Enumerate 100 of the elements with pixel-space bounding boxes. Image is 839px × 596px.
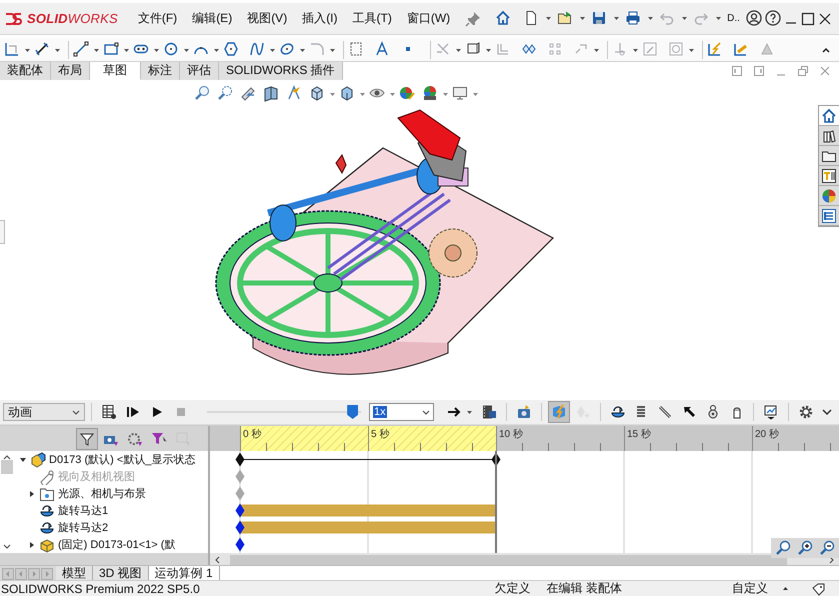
collapse-icon[interactable]	[821, 46, 831, 54]
gear-filter-icon[interactable]	[127, 430, 143, 446]
document-tab[interactable]: 模型	[56, 566, 93, 580]
zoom-fit-icon[interactable]	[775, 540, 791, 556]
command-tab[interactable]: 标注	[141, 62, 180, 80]
light-folder-icon[interactable]	[39, 486, 55, 502]
contact-icon[interactable]	[657, 404, 674, 420]
settings-icon[interactable]	[798, 404, 814, 420]
camera-view-icon[interactable]	[39, 468, 55, 484]
caret-icon[interactable]	[94, 48, 99, 52]
camera-icon[interactable]	[516, 404, 532, 420]
list-icon[interactable]	[821, 208, 837, 224]
key-point[interactable]	[236, 452, 244, 466]
pin-icon[interactable]	[465, 10, 482, 26]
tree-item[interactable]: 旋转马达1	[58, 503, 108, 518]
document-tab[interactable]: 运动算例 1	[148, 566, 220, 580]
menu-item[interactable]: 视图(V)	[247, 10, 288, 27]
command-tab[interactable]: 装配体	[0, 62, 51, 80]
key-point[interactable]	[492, 452, 500, 466]
scroll-thumb[interactable]	[1, 460, 13, 474]
caret-icon[interactable]	[184, 48, 189, 52]
user-icon[interactable]	[746, 10, 764, 28]
document-tab[interactable]: 3D 视图	[93, 566, 149, 580]
funnel-icon[interactable]	[151, 430, 167, 446]
tag-icon[interactable]	[811, 582, 825, 596]
tree-item[interactable]: 光源、相机与布景	[58, 486, 146, 501]
caret-icon[interactable]	[124, 48, 129, 52]
caret-icon[interactable]	[580, 17, 586, 20]
caret-icon[interactable]	[456, 48, 461, 52]
units-label[interactable]: 自定义	[732, 581, 768, 596]
caret-up-icon[interactable]	[782, 586, 789, 591]
right-panel-icon[interactable]	[753, 65, 765, 77]
command-tab[interactable]: 草图	[90, 62, 141, 80]
tree-item[interactable]: 旋转马达2	[58, 520, 108, 535]
tree-item[interactable]: D0173 (默认) <默认_显示状态	[49, 452, 196, 467]
left-panel-icon[interactable]	[731, 65, 743, 77]
command-tab[interactable]: 布局	[51, 62, 90, 80]
command-tab[interactable]: 评估	[180, 62, 219, 80]
save-animation-icon[interactable]	[481, 404, 498, 420]
menu-item[interactable]: 窗口(W)	[406, 10, 450, 27]
time-slider[interactable]	[207, 405, 362, 419]
caret-icon[interactable]	[716, 17, 722, 20]
restore-icon[interactable]	[797, 65, 809, 77]
caret-icon[interactable]	[689, 48, 694, 52]
motor-icon[interactable]	[39, 502, 55, 518]
tools-icon[interactable]	[821, 168, 837, 184]
caret-icon[interactable]	[473, 92, 478, 96]
caret-icon[interactable]	[633, 48, 638, 52]
caret-icon[interactable]	[154, 48, 159, 52]
caret-icon[interactable]	[300, 48, 305, 52]
key-point[interactable]	[236, 520, 244, 534]
close-icon[interactable]	[816, 10, 833, 26]
play-from-start-icon[interactable]	[124, 404, 141, 420]
scroll-down-icon[interactable]	[3, 543, 11, 550]
maximize-icon[interactable]	[800, 10, 816, 26]
caret-icon[interactable]	[614, 17, 620, 20]
calculate-icon[interactable]	[101, 404, 118, 420]
chevron-icon[interactable]	[820, 407, 833, 417]
help-icon[interactable]	[764, 10, 783, 28]
key-point[interactable]	[236, 538, 244, 552]
zoom-out-icon[interactable]	[819, 540, 835, 556]
caret-icon[interactable]	[330, 92, 335, 96]
menu-item[interactable]: 编辑(E)	[192, 10, 232, 27]
menu-item[interactable]: 文件(F)	[138, 10, 178, 27]
menu-item[interactable]: 工具(T)	[352, 10, 392, 27]
motor-icon[interactable]	[610, 404, 626, 420]
home-icon[interactable]	[821, 108, 837, 124]
chart-icon[interactable]	[763, 404, 780, 420]
caret-icon[interactable]	[546, 17, 552, 20]
assembly-icon[interactable]	[30, 452, 46, 468]
books-icon[interactable]	[821, 128, 837, 144]
caret-icon[interactable]	[214, 48, 219, 52]
line-icon[interactable]	[73, 41, 91, 59]
caret-icon[interactable]	[648, 17, 654, 20]
slider-thumb[interactable]	[347, 405, 358, 419]
scroll-thumb[interactable]	[230, 554, 787, 564]
caret-icon[interactable]	[390, 92, 395, 96]
caret-icon[interactable]	[360, 92, 365, 96]
study-type-dropdown[interactable]: 动画	[3, 403, 86, 421]
caret-icon[interactable]	[443, 92, 448, 96]
caret-icon[interactable]	[486, 48, 491, 52]
filter-icon[interactable]	[79, 430, 95, 446]
tree-item[interactable]: (固定) D0173-01<1> (默	[58, 537, 176, 552]
caret-icon[interactable]	[682, 17, 688, 20]
search-label[interactable]: D..	[727, 13, 740, 24]
scroll-up-icon[interactable]	[3, 454, 11, 461]
zoom-in-icon[interactable]	[797, 540, 813, 556]
chevron-icon[interactable]	[422, 410, 430, 414]
part-icon[interactable]	[39, 536, 55, 552]
speed-dropdown[interactable]: 1x	[369, 403, 434, 421]
chevron-icon[interactable]	[72, 410, 80, 414]
caret-icon[interactable]	[330, 48, 335, 52]
caret-icon[interactable]	[55, 48, 60, 52]
panel-handle[interactable]	[0, 220, 5, 244]
color-ball-icon[interactable]	[821, 188, 837, 204]
menu-item[interactable]: 插入(I)	[302, 10, 338, 27]
caret-icon[interactable]	[594, 48, 599, 52]
caret-icon[interactable]	[25, 48, 30, 52]
caret-icon[interactable]	[467, 410, 472, 414]
caret-icon[interactable]	[270, 48, 275, 52]
